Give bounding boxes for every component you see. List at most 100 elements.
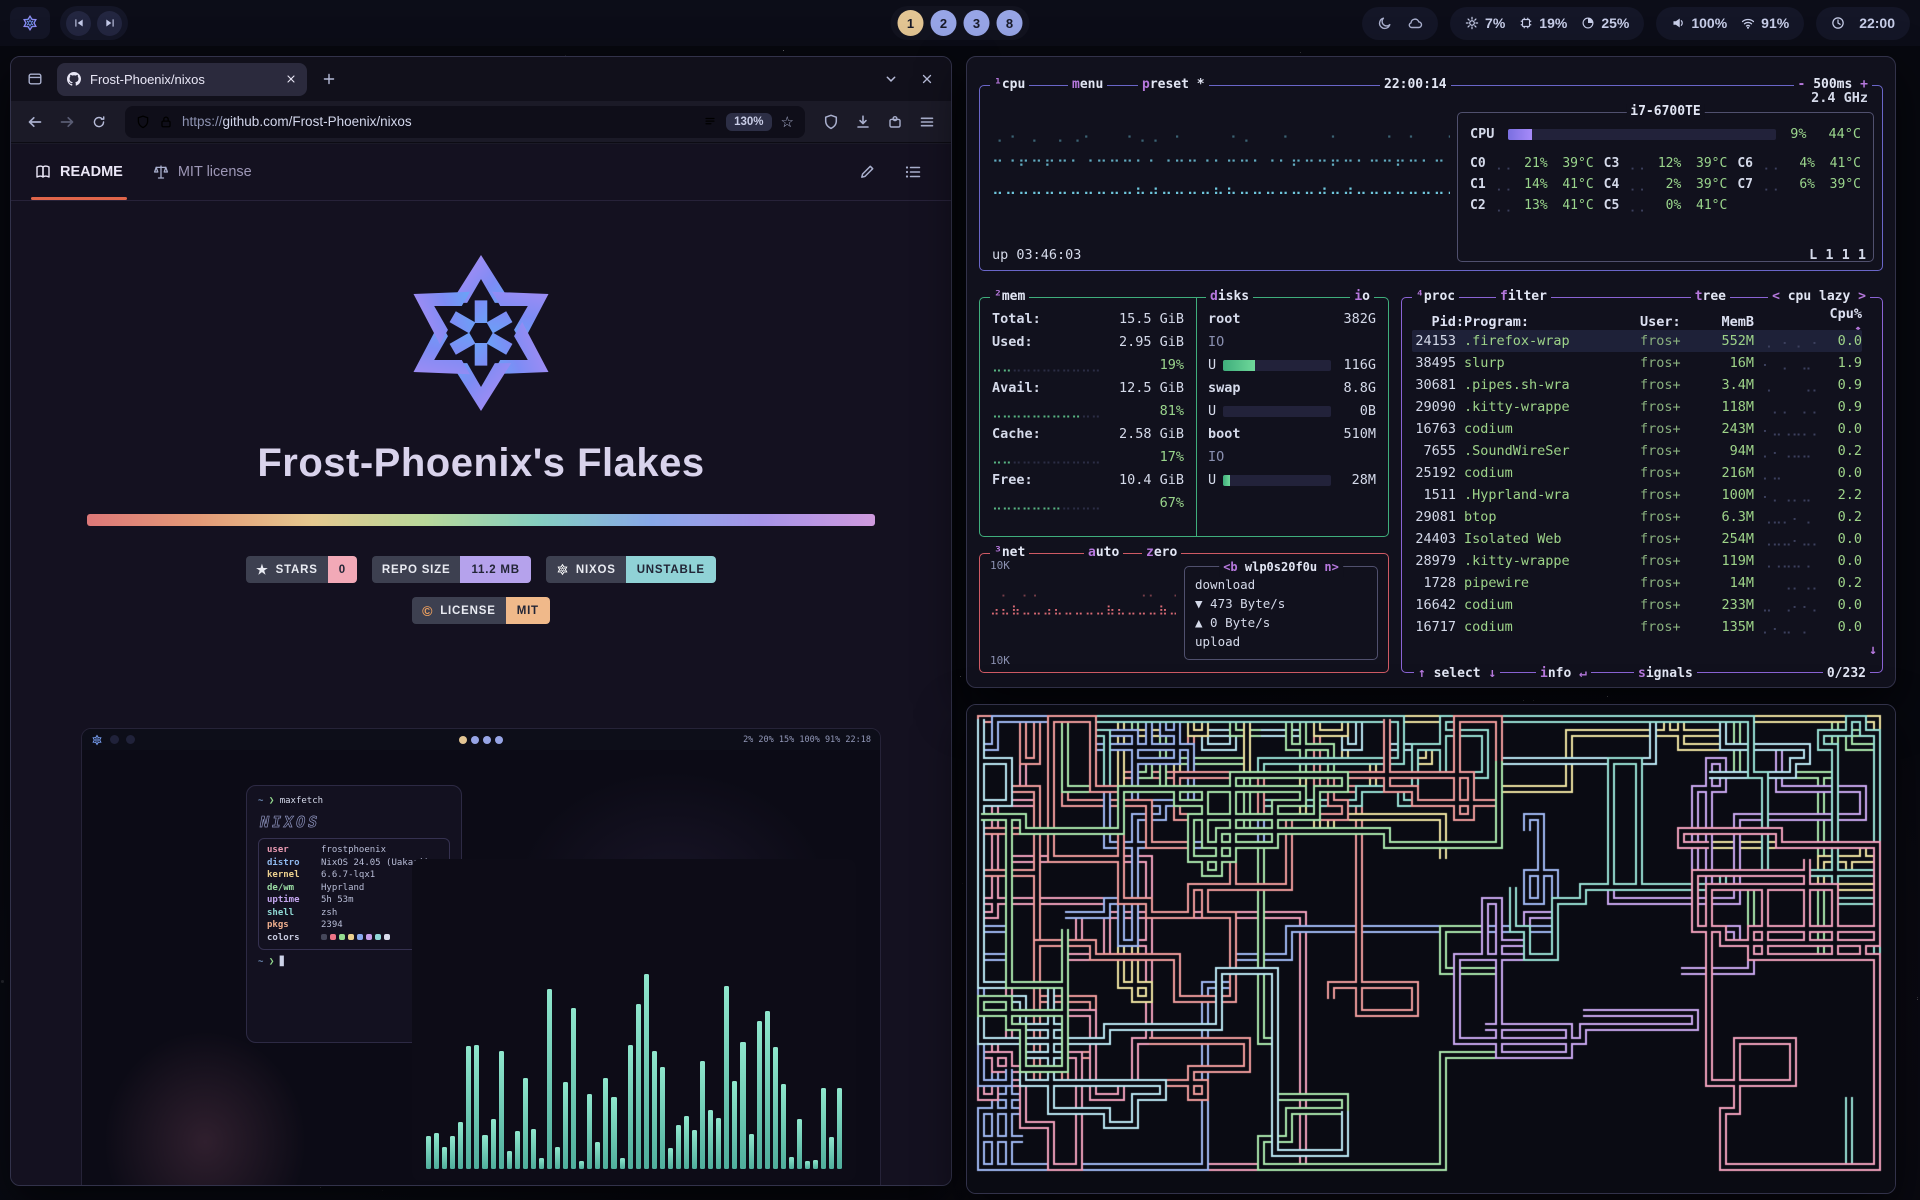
- copyright-icon: ©: [422, 604, 433, 618]
- proc-sort-control[interactable]: < cpu lazy >: [1768, 289, 1870, 304]
- bookmark-star-icon[interactable]: ☆: [781, 113, 794, 131]
- url-host-path: github.com/Frost-Phoenix/nixos: [223, 114, 412, 129]
- mem-box-title[interactable]: ²mem: [990, 289, 1029, 304]
- upload-rate: ▲ 0 Byte/s: [1195, 613, 1367, 632]
- clock-readout: 22:00:14: [1380, 77, 1451, 92]
- tab-overview-button[interactable]: [877, 65, 905, 93]
- disks-box-title[interactable]: disks: [1206, 289, 1253, 304]
- scroll-down-indicator[interactable]: ↓: [1869, 642, 1877, 658]
- audio-bar: [765, 1011, 770, 1169]
- extensions-button[interactable]: [881, 108, 909, 136]
- edit-readme-button[interactable]: [853, 158, 881, 186]
- audio-bar: [684, 1116, 689, 1169]
- disk-stat: 25%: [1581, 15, 1629, 31]
- proc-tree-toggle[interactable]: tree: [1691, 289, 1730, 304]
- cpu-core-c5: C5⡀⡀0%41°C: [1604, 195, 1728, 216]
- process-row[interactable]: 16763codiumfros+243M⠄⣀⢀⣀⡀⡀⣀0.0: [1412, 418, 1862, 440]
- process-row[interactable]: 1511.Hyprland-wrafros+100M⠄⡀⢀⡀⣀⠀⢀2.2: [1412, 484, 1862, 506]
- workspace-button-8[interactable]: 8: [997, 10, 1023, 36]
- process-row[interactable]: 29081btopfros+6.3M⢀⣀⡀⠄⢀⢀⢀0.2: [1412, 506, 1862, 528]
- info-hint[interactable]: info ↵: [1536, 666, 1591, 681]
- net-zero-toggle[interactable]: zero: [1142, 545, 1181, 560]
- process-row[interactable]: 24403Isolated Webfros+254M⢀⣀⣀⠄⣀⣀⣀0.0: [1412, 528, 1862, 550]
- net-auto-toggle[interactable]: auto: [1084, 545, 1123, 560]
- readme-actions: [853, 158, 927, 186]
- signals-hint[interactable]: signals: [1634, 666, 1697, 681]
- nixos-launcher-button[interactable]: [10, 7, 50, 39]
- process-row[interactable]: 7655.SoundWireSerfros+94M⡀⠄⢀⣀⣀⢀⠀0.2: [1412, 440, 1862, 462]
- media-previous-button[interactable]: [66, 11, 91, 36]
- firefox-view-button[interactable]: [21, 65, 49, 93]
- audio-bar: [789, 1157, 794, 1169]
- audio-bar: [660, 1067, 665, 1169]
- net-interface-title[interactable]: <b wlp0s20f0u n>: [1219, 558, 1343, 577]
- new-tab-button[interactable]: [315, 65, 343, 93]
- process-row[interactable]: 28979.kitty-wrappefros+119M⢀⢀⣀⣀⢀⢀⠀0.0: [1412, 550, 1862, 572]
- disk-usage-icon: [1581, 16, 1595, 30]
- github-favicon: [67, 72, 81, 86]
- github-readme-page: README MIT license Frost-Phoenix's Flake…: [11, 144, 951, 1185]
- audio-network-widget[interactable]: 100% 91%: [1656, 7, 1804, 40]
- wifi-icon: [1741, 16, 1755, 30]
- process-row[interactable]: 1728pipewirefros+14M⠀⠀⢀⡀⢀⡀⡀0.2: [1412, 572, 1862, 594]
- audio-bar: [563, 1082, 568, 1169]
- badge-label: NIXOS: [546, 556, 626, 583]
- clock-widget[interactable]: 22:00: [1816, 7, 1910, 40]
- proc-box-title[interactable]: ⁴proc: [1412, 289, 1459, 304]
- url-bar[interactable]: https://github.com/Frost-Phoenix/nixos 1…: [125, 106, 805, 138]
- badge-value: MIT: [506, 597, 550, 624]
- disk-row-boot: boot510M: [1208, 423, 1376, 446]
- tab-readme[interactable]: README: [35, 144, 123, 200]
- cpu-frequency: 2.4 GHz: [1811, 90, 1868, 106]
- tab-mit-license[interactable]: MIT license: [153, 144, 252, 200]
- net-interface-panel: <b wlp0s20f0u n> download ▼ 473 Byte/s ▲…: [1184, 566, 1378, 660]
- readme-body: Frost-Phoenix's Flakes ★STARS0REPO SIZE1…: [11, 201, 951, 1185]
- window-close-button[interactable]: [913, 65, 941, 93]
- downloads-button[interactable]: [849, 108, 877, 136]
- audio-bar: [555, 1147, 560, 1169]
- reload-button[interactable]: [85, 108, 113, 136]
- tracking-shield-icon[interactable]: [136, 115, 150, 129]
- process-row[interactable]: 30681.pipes.sh-wrafros+3.4M⢀⠀⠀⠀⢀⣀⠀0.9: [1412, 374, 1862, 396]
- net-box-title[interactable]: ³net: [990, 545, 1029, 560]
- select-hint[interactable]: ↑ select ↓: [1414, 666, 1500, 681]
- palette-dot: [348, 934, 354, 940]
- download-label: download: [1195, 575, 1367, 594]
- browser-tab[interactable]: Frost-Phoenix/nixos: [57, 63, 307, 96]
- process-row[interactable]: 38495slurpfros+16M⠄⠀⡀⠀⣀⢀⠄1.9: [1412, 352, 1862, 374]
- audio-bar: [716, 1118, 721, 1169]
- forward-button[interactable]: [53, 108, 81, 136]
- process-row[interactable]: 24153.firefox-wrapfros+552M⢀⠀⠄⢀⠀⠄⠀0.0: [1412, 330, 1862, 352]
- process-row[interactable]: 25192codiumfros+216M⡀⣀⠀⠀⠀⠀⢀0.0: [1412, 462, 1862, 484]
- audio-bar: [611, 1097, 616, 1169]
- workspace-button-3[interactable]: 3: [964, 10, 990, 36]
- workspace-button-1[interactable]: 1: [898, 10, 924, 36]
- process-row[interactable]: 29090.kitty-wrappefros+118M⠀⡀⡀⠀⡀⡀⠀0.9: [1412, 396, 1862, 418]
- uptime-readout: up 03:46:03: [992, 247, 1081, 263]
- workspace-button-2[interactable]: 2: [931, 10, 957, 36]
- app-menu-button[interactable]: [913, 108, 941, 136]
- cpu-box-title[interactable]: ¹cpu: [990, 77, 1029, 92]
- outline-button[interactable]: [899, 158, 927, 186]
- jellyfish-wallpaper-glow: [100, 1027, 310, 1185]
- mem-stat-row: Used:2.95 GiB: [992, 331, 1184, 354]
- system-stats-widget[interactable]: 7% 19% 25%: [1450, 7, 1644, 40]
- io-mode-toggle[interactable]: io: [1350, 289, 1374, 304]
- star-icon: ★: [256, 563, 268, 576]
- media-next-button[interactable]: [97, 11, 122, 36]
- preset-button[interactable]: preset *: [1138, 77, 1209, 92]
- proc-filter-button[interactable]: filter: [1496, 289, 1551, 304]
- weather-widget[interactable]: [1362, 7, 1438, 40]
- reader-view-icon[interactable]: [703, 115, 717, 129]
- fetch-label-colors: colors: [267, 933, 313, 943]
- menu-button[interactable]: menu: [1068, 77, 1107, 92]
- extension-shield-button[interactable]: [817, 108, 845, 136]
- audio-bar: [676, 1125, 681, 1169]
- mini-media-button: [110, 735, 119, 744]
- badge-label: ©LICENSE: [412, 597, 506, 624]
- process-row[interactable]: 16642codiumfros+233M⣀⠀⢀⠄⠄⣀⣀0.0: [1412, 594, 1862, 616]
- process-row[interactable]: 16717codiumfros+135M⡀⠄⣀⠀⡀⠀⠄0.0: [1412, 616, 1862, 638]
- zoom-level-badge[interactable]: 130%: [726, 113, 771, 131]
- back-button[interactable]: [21, 108, 49, 136]
- tab-close-icon[interactable]: [285, 73, 297, 85]
